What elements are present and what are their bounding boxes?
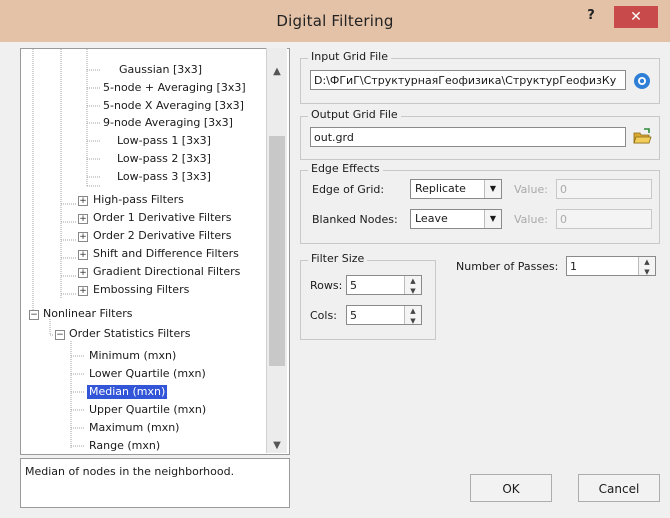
tree-item-5node-x[interactable]: 5-node X Averaging [3x3]: [103, 99, 244, 113]
blanked-nodes-select[interactable]: Leave ▼: [410, 209, 502, 229]
tree-item-lowpass-3[interactable]: Low-pass 3 [3x3]: [117, 170, 211, 184]
blanked-nodes-label: Blanked Nodes:: [312, 213, 398, 226]
output-grid-label: Output Grid File: [308, 108, 401, 121]
expand-order2-icon[interactable]: +: [78, 232, 88, 242]
edge-of-grid-label: Edge of Grid:: [312, 183, 385, 196]
rows-field[interactable]: 5 ▲ ▼: [346, 275, 422, 295]
tree-item-median[interactable]: Median (mxn): [87, 385, 168, 399]
tree-item-high-pass[interactable]: High-pass Filters: [93, 193, 184, 207]
blanked-value-label: Value:: [514, 213, 548, 226]
filter-tree[interactable]: Gaussian [3x3] 5-node + Averaging [3x3] …: [20, 48, 290, 455]
tree-item-order1-derivative[interactable]: Order 1 Derivative Filters: [93, 211, 231, 225]
expand-high-pass-icon[interactable]: +: [78, 196, 88, 206]
cols-label: Cols:: [310, 309, 337, 322]
tree-scrollbar[interactable]: ▲ ▼: [266, 48, 287, 453]
digital-filtering-dialog: Digital Filtering ? ✕ Gaussian [3x3] 5-n…: [0, 0, 670, 518]
tree-item-upper-quartile[interactable]: Upper Quartile (mxn): [89, 403, 206, 417]
passes-field[interactable]: 1 ▲ ▼: [566, 256, 656, 276]
input-grid-label: Input Grid File: [308, 50, 391, 63]
edge-effects-label: Edge Effects: [308, 162, 383, 175]
tree-item-shift-difference[interactable]: Shift and Difference Filters: [93, 247, 239, 261]
rows-label: Rows:: [310, 279, 343, 292]
spin-down-icon[interactable]: ▼: [639, 267, 655, 275]
title-bar: Digital Filtering ? ✕: [0, 0, 670, 42]
close-button[interactable]: ✕: [614, 6, 658, 28]
tree-item-gaussian[interactable]: Gaussian [3x3]: [119, 63, 202, 77]
rows-stepper[interactable]: ▲ ▼: [404, 276, 421, 294]
scroll-down-icon[interactable]: ▼: [267, 440, 287, 451]
spin-up-icon[interactable]: ▲: [405, 306, 421, 316]
expand-order1-icon[interactable]: +: [78, 214, 88, 224]
collapse-nonlinear-icon[interactable]: −: [29, 310, 39, 320]
passes-value: 1: [570, 260, 577, 273]
rows-value: 5: [350, 279, 357, 292]
cancel-button[interactable]: Cancel: [578, 474, 660, 502]
passes-label: Number of Passes:: [456, 260, 559, 273]
tree-item-minimum[interactable]: Minimum (mxn): [89, 349, 176, 363]
spin-down-icon[interactable]: ▼: [405, 316, 421, 324]
help-button[interactable]: ?: [578, 8, 604, 28]
expand-shift-diff-icon[interactable]: +: [78, 250, 88, 260]
edge-of-grid-select[interactable]: Replicate ▼: [410, 179, 502, 199]
filter-size-group: [300, 260, 436, 340]
tree-item-lower-quartile[interactable]: Lower Quartile (mxn): [89, 367, 206, 381]
filter-size-label: Filter Size: [308, 252, 368, 265]
info-icon[interactable]: [632, 71, 652, 91]
edge-value-field[interactable]: 0: [556, 179, 652, 199]
ok-button[interactable]: OK: [470, 474, 552, 502]
blanked-value-field[interactable]: 0: [556, 209, 652, 229]
filter-description-box: Median of nodes in the neighborhood.: [20, 458, 290, 508]
output-grid-field[interactable]: out.grd: [310, 127, 626, 147]
edge-value-label: Value:: [514, 183, 548, 196]
filter-description: Median of nodes in the neighborhood.: [25, 465, 235, 478]
chevron-down-icon[interactable]: ▼: [484, 180, 501, 198]
spin-up-icon[interactable]: ▲: [639, 257, 655, 267]
expand-gradient-icon[interactable]: +: [78, 268, 88, 278]
tree-item-range[interactable]: Range (mxn): [89, 439, 160, 453]
cols-stepper[interactable]: ▲ ▼: [404, 306, 421, 324]
tree-item-9node[interactable]: 9-node Averaging [3x3]: [103, 116, 233, 130]
tree-item-nonlinear[interactable]: Nonlinear Filters: [43, 307, 133, 321]
collapse-order-statistics-icon[interactable]: −: [55, 330, 65, 340]
tree-item-lowpass-2[interactable]: Low-pass 2 [3x3]: [117, 152, 211, 166]
input-grid-field[interactable]: D:\ФГиГ\СтруктурнаяГеофизика\СтруктурГео…: [310, 70, 626, 90]
window-title: Digital Filtering: [276, 12, 394, 30]
tree-item-embossing[interactable]: Embossing Filters: [93, 283, 189, 297]
cols-value: 5: [350, 309, 357, 322]
tree-item-gradient-directional[interactable]: Gradient Directional Filters: [93, 265, 240, 279]
scroll-up-icon[interactable]: ▲: [267, 66, 287, 77]
open-folder-icon[interactable]: [632, 127, 652, 147]
spin-down-icon[interactable]: ▼: [405, 286, 421, 294]
passes-stepper[interactable]: ▲ ▼: [638, 257, 655, 275]
blanked-nodes-value: Leave: [415, 212, 448, 225]
tree-item-order-statistics[interactable]: Order Statistics Filters: [69, 327, 191, 341]
chevron-down-icon[interactable]: ▼: [484, 210, 501, 228]
cols-field[interactable]: 5 ▲ ▼: [346, 305, 422, 325]
edge-of-grid-value: Replicate: [415, 182, 466, 195]
tree-item-5node-plus[interactable]: 5-node + Averaging [3x3]: [103, 81, 246, 95]
tree-item-order2-derivative[interactable]: Order 2 Derivative Filters: [93, 229, 231, 243]
scrollbar-thumb[interactable]: [269, 136, 285, 366]
tree-item-lowpass-1[interactable]: Low-pass 1 [3x3]: [117, 134, 211, 148]
spin-up-icon[interactable]: ▲: [405, 276, 421, 286]
tree-item-maximum[interactable]: Maximum (mxn): [89, 421, 179, 435]
expand-embossing-icon[interactable]: +: [78, 286, 88, 296]
